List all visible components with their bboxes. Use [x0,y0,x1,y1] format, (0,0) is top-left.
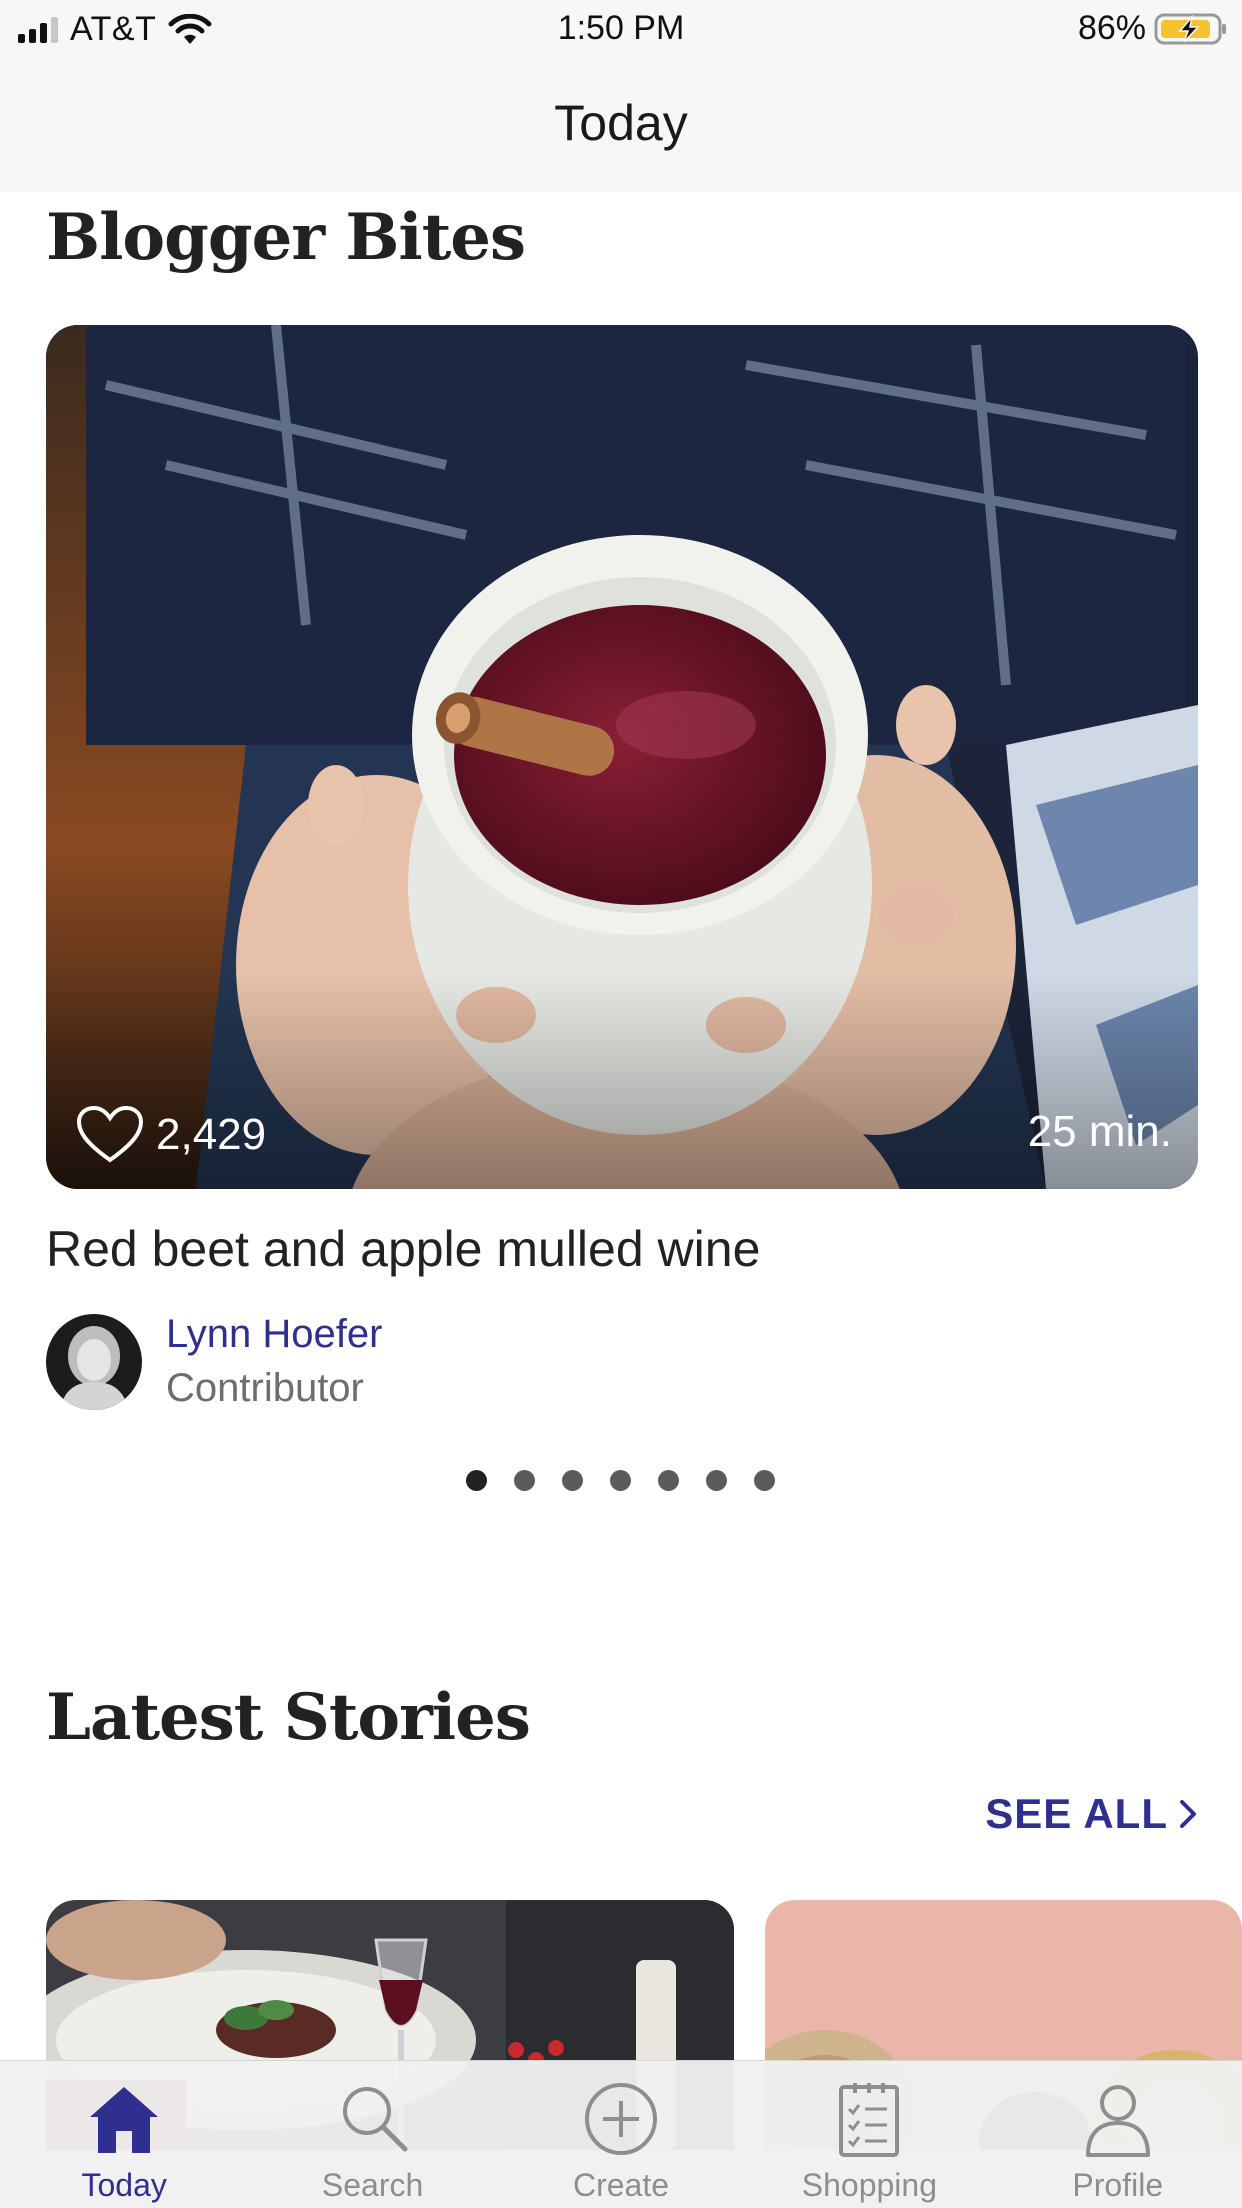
carousel-page-indicator[interactable] [466,1470,775,1491]
status-right: 86% [1078,9,1228,48]
plus-circle-icon [584,2083,657,2155]
see-all-label: SEE ALL [985,1790,1168,1837]
tab-label: Today [81,2167,167,2203]
latest-stories-heading: Latest Stories [46,1680,531,1755]
likes-count: 2,429 [156,1110,267,1159]
likes[interactable]: 2,429 [76,1105,266,1165]
tab-label: Create [572,2167,669,2203]
battery-charging-icon [1154,13,1226,44]
featured-recipe-card[interactable]: 2,429 25 min. [46,325,1198,1189]
carousel-dot[interactable] [466,1470,487,1491]
author-text: Lynn Hoefer Contributor [166,1310,382,1414]
home-icon [90,2087,159,2153]
tab-shopping[interactable]: Shopping [745,2061,993,2208]
chevron-right-icon [1180,1800,1196,1828]
person-icon [1085,2085,1150,2157]
author-name[interactable]: Lynn Hoefer [166,1310,382,1358]
cook-time: 25 min. [1027,1107,1172,1156]
tab-label: Search [321,2167,424,2203]
page-title: Today [554,95,688,151]
tab-profile[interactable]: Profile [994,2061,1242,2208]
recipe-title[interactable]: Red beet and apple mulled wine [46,1220,760,1278]
battery-percent: 86% [1077,9,1146,47]
status-time: 1:50 PM [557,9,685,47]
tab-bar: Today Search Create Shopping Profile [0,2060,1242,2208]
tab-create[interactable]: Create [497,2061,745,2208]
search-icon [342,2087,408,2152]
tab-today[interactable]: Today [0,2061,248,2208]
author-role: Contributor [166,1366,364,1410]
carousel-dot[interactable] [754,1470,775,1491]
heart-icon[interactable] [76,1105,144,1165]
carousel-dot[interactable] [514,1470,535,1491]
tab-label: Shopping [801,2167,937,2203]
author-info[interactable]: Lynn Hoefer Contributor [46,1310,382,1414]
nav-header: Today [0,58,1242,192]
status-bar: AT&T 1:50 PM 86% [0,0,1242,58]
carousel-dot[interactable] [610,1470,631,1491]
carousel-dot[interactable] [706,1470,727,1491]
see-all-button[interactable]: SEE ALL [985,1790,1198,1838]
tab-search[interactable]: Search [248,2061,496,2208]
avatar[interactable] [46,1314,142,1410]
carousel-dot[interactable] [562,1470,583,1491]
blogger-bites-heading: Blogger Bites [46,200,526,275]
checklist-icon [839,2083,900,2157]
tab-label: Profile [1072,2167,1164,2203]
recipe-photo [46,325,1198,1189]
carousel-dot[interactable] [658,1470,679,1491]
